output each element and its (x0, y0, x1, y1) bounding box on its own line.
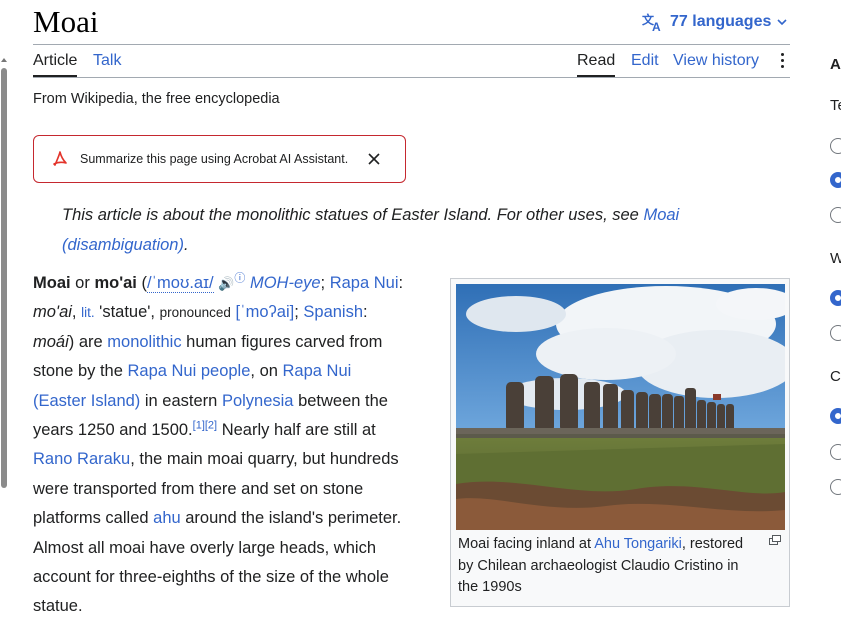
rapa-nui-people-link[interactable]: Rapa Nui people (127, 362, 250, 380)
color-automatic-radio[interactable] (830, 408, 841, 424)
title-divider (33, 44, 790, 45)
text-large-radio[interactable] (830, 207, 841, 223)
figure-caption: Moai facing inland at Ahu Tongariki, res… (458, 534, 758, 599)
hatnote-text: This article is about the monolithic sta… (62, 206, 644, 224)
hatnote-end: . (183, 236, 189, 254)
text-small-radio[interactable] (830, 138, 841, 154)
text: : (363, 303, 368, 322)
term-moai-alt: mo'ai (94, 274, 137, 292)
rano-raraku-link[interactable]: Rano Raraku (33, 450, 130, 468)
info-icon[interactable]: ⓘ (234, 273, 245, 285)
respelling-link[interactable]: MOH-eye (250, 274, 321, 292)
text: ) are (68, 332, 108, 351)
page-title: Moai (33, 4, 99, 39)
acrobat-summarize-text[interactable]: Summarize this page using Acrobat AI Ass… (80, 152, 348, 166)
tabs-divider (33, 77, 790, 78)
color-light-radio[interactable] (830, 444, 841, 460)
text: ; (294, 303, 299, 322)
reference-1-link[interactable]: [1] (193, 420, 205, 432)
text: or (70, 274, 95, 292)
ipa-link[interactable]: /ˈmoʊ.aɪ/ (146, 274, 214, 293)
ahu-tongariki-link[interactable]: Ahu Tongariki (594, 536, 682, 552)
languages-label: 77 languages (670, 13, 772, 30)
spanish-link[interactable]: Spanish (303, 303, 363, 321)
color-dark-radio[interactable] (830, 479, 841, 495)
width-standard-radio[interactable] (830, 290, 841, 306)
spanish-term: moái (33, 332, 69, 351)
thumbnail-figure: Moai facing inland at Ahu Tongariki, res… (450, 278, 790, 607)
reference-2-link[interactable]: [2] (205, 420, 217, 432)
term-moai: Moai (33, 274, 71, 292)
text: ; (320, 274, 330, 292)
ahu-link[interactable]: ahu (153, 509, 181, 527)
text: Nearly half are still at (217, 421, 376, 440)
hatnote: This article is about the monolithic sta… (62, 200, 762, 260)
tab-read[interactable]: Read (577, 50, 616, 77)
rapa-nui-language-link[interactable]: Rapa Nui (330, 274, 399, 292)
text: in eastern (140, 391, 222, 410)
translate-icon: 文 A (642, 12, 661, 32)
more-vertical-icon[interactable] (778, 50, 786, 72)
native-term: mo'ai (33, 303, 72, 322)
svg-text:A: A (652, 20, 661, 32)
polynesia-link[interactable]: Polynesia (222, 392, 294, 410)
tab-view-history[interactable]: View history (673, 50, 759, 72)
monolithic-link[interactable]: monolithic (107, 333, 181, 351)
languages-button[interactable]: 文 A 77 languages (642, 10, 793, 34)
tab-article[interactable]: Article (33, 50, 78, 77)
text: ( (136, 274, 147, 292)
appearance-sidebar: A Te W C (818, 0, 841, 625)
color-label: C (830, 368, 841, 385)
caption-text: Moai facing inland at (458, 536, 595, 552)
close-icon[interactable] (365, 150, 383, 168)
lead-paragraph: Moai or mo'ai (/ˈmoʊ.aɪ/ 🔊ⓘ MOH-eye; Rap… (33, 269, 405, 622)
tagline: From Wikipedia, the free encyclopedia (33, 91, 280, 107)
scroll-up-arrow-icon[interactable] (1, 58, 7, 62)
ipa-native-link[interactable]: [ˈmoʔai] (236, 303, 295, 321)
lit-link[interactable]: lit. (81, 305, 95, 320)
text: , on (250, 362, 283, 381)
tab-edit[interactable]: Edit (631, 50, 659, 72)
moai-photo[interactable] (456, 284, 785, 530)
width-wide-radio[interactable] (830, 325, 841, 341)
text: 'statue', (94, 303, 160, 322)
text-standard-radio[interactable] (830, 172, 841, 188)
tab-talk[interactable]: Talk (93, 50, 121, 72)
text: : (398, 274, 404, 292)
scrollbar-thumb[interactable] (1, 68, 7, 488)
pronounced-label: pronounced (159, 305, 231, 321)
acrobat-summarize-banner[interactable]: Summarize this page using Acrobat AI Ass… (33, 135, 406, 183)
enlarge-icon[interactable] (769, 535, 781, 545)
acrobat-icon (53, 151, 67, 166)
text-size-label: Te (830, 97, 841, 114)
text: , (71, 303, 82, 322)
speaker-icon[interactable]: 🔊 (218, 276, 234, 291)
chevron-down-icon (777, 19, 787, 26)
sidebar-heading: A (830, 56, 841, 73)
width-label: W (830, 250, 841, 267)
